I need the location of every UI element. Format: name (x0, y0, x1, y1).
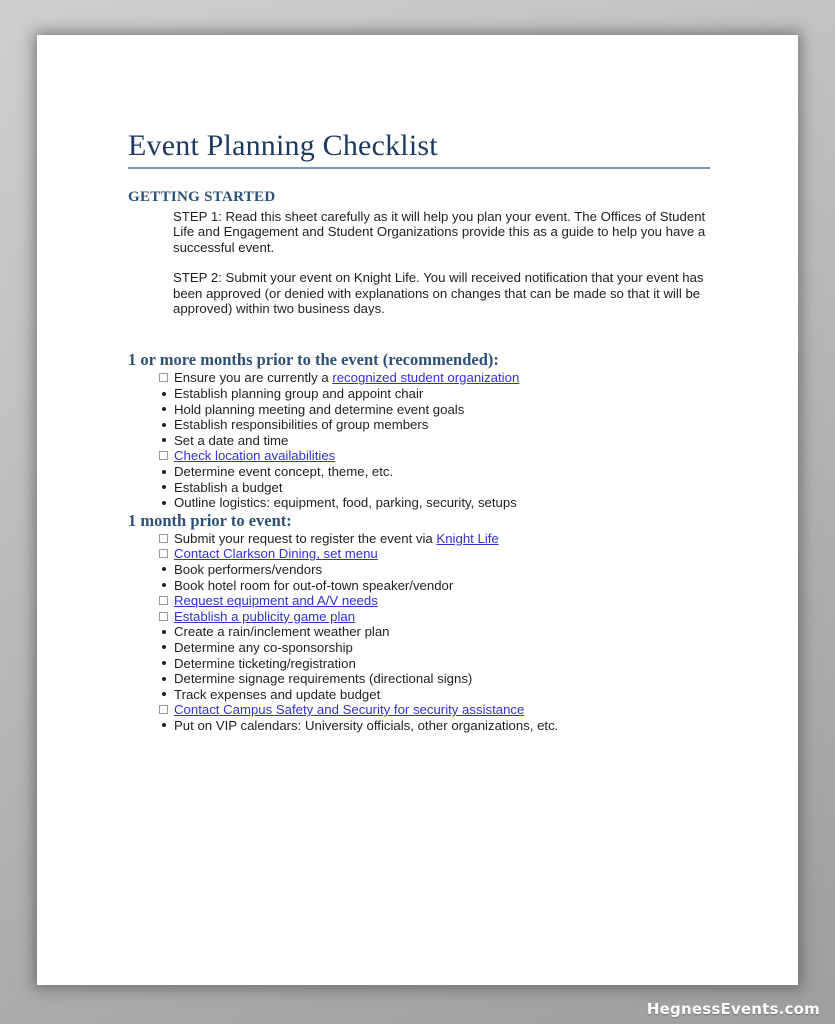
checklist-item-text: Determine ticketing/registration (174, 655, 356, 671)
page-title: Event Planning Checklist (128, 129, 438, 162)
watermark-label: HegnessEvents.com (646, 1000, 820, 1018)
bullet-icon (128, 578, 168, 594)
section-heading-1: 1 or more months prior to the event (rec… (128, 350, 499, 370)
checklist-item-text: Put on VIP calendars: University officia… (174, 717, 559, 733)
checklist-item-text: Establish responsibilities of group memb… (174, 417, 429, 433)
step-1-paragraph: STEP 1: Read this sheet carefully as it … (173, 209, 706, 255)
checklist-item-link[interactable]: Request equipment and A/V needs (174, 593, 378, 608)
checklist-item[interactable]: Request equipment and A/V needs (128, 593, 728, 609)
checklist-item[interactable]: Contact Campus Safety and Security for s… (128, 702, 728, 718)
checklist-item-text: Determine signage requirements (directio… (174, 671, 473, 687)
document-body: GETTING STARTED STEP 1: Read this sheet … (128, 188, 728, 734)
checklist-1: Ensure you are currently a recognized st… (128, 370, 728, 510)
checklist-item-link[interactable]: Check location availabilities (174, 448, 335, 463)
checklist-item[interactable]: Create a rain/inclement weather plan (128, 624, 728, 640)
checklist-item-text: Determine event concept, theme, etc. (174, 464, 394, 479)
checklist-item-link[interactable]: Establish a publicity game plan (174, 609, 355, 624)
checkbox-icon[interactable] (128, 531, 168, 547)
checklist-item[interactable]: Put on VIP calendars: University officia… (128, 718, 728, 734)
bullet-icon (128, 624, 168, 640)
checkbox-icon[interactable] (128, 370, 168, 386)
bullet-icon (128, 402, 168, 418)
checkbox-icon[interactable] (128, 609, 168, 625)
checklist-item-text: Establish planning group and appoint cha… (174, 386, 424, 402)
bullet-icon (128, 671, 168, 687)
bullet-icon (128, 495, 168, 511)
checklist-item[interactable]: Book hotel room for out-of-town speaker/… (128, 578, 728, 594)
bullet-icon (128, 386, 168, 402)
checklist-item[interactable]: Ensure you are currently a recognized st… (128, 370, 728, 386)
checklist-item[interactable]: Determine any co-sponsorship (128, 640, 728, 656)
checkbox-icon[interactable] (128, 702, 168, 718)
getting-started-heading: GETTING STARTED (128, 189, 276, 205)
checklist-item[interactable]: Establish a publicity game plan (128, 609, 728, 625)
checklist-item[interactable]: Establish responsibilities of group memb… (128, 417, 728, 433)
checklist-item[interactable]: Determine signage requirements (directio… (128, 671, 728, 687)
checklist-item[interactable]: Submit your request to register the even… (128, 531, 728, 547)
checklist-item[interactable]: Check location availabilities (128, 448, 728, 464)
bullet-icon (128, 417, 168, 433)
checklist-item[interactable]: Hold planning meeting and determine even… (128, 402, 728, 418)
bullet-icon (128, 718, 168, 734)
section-one-month-plus: 1 or more months prior to the event (rec… (128, 350, 728, 510)
checklist-item-text: Ensure you are currently a (174, 370, 333, 386)
checklist-item-text: Book hotel room for out-of-town speaker/… (174, 577, 454, 593)
checklist-item-text: Outline logistics: equipment, food, park… (174, 495, 517, 511)
checklist-2: Submit your request to register the even… (128, 531, 728, 734)
checklist-item[interactable]: Establish planning group and appoint cha… (128, 386, 728, 402)
checklist-item-text: Submit your request to register the even… (174, 530, 437, 546)
checklist-item-link[interactable]: Contact Clarkson Dining, set menu (174, 546, 378, 561)
checklist-item[interactable]: Track expenses and update budget (128, 687, 728, 703)
bullet-icon (128, 640, 168, 656)
bullet-icon (128, 464, 168, 480)
section-heading-2: 1 month prior to event: (128, 510, 292, 530)
checklist-item-text: Track expenses and update budget (174, 686, 381, 702)
checklist-item[interactable]: Set a date and time (128, 433, 728, 449)
bullet-icon (128, 562, 168, 578)
bullet-icon (128, 480, 168, 496)
checkbox-icon[interactable] (128, 546, 168, 562)
bullet-icon (128, 656, 168, 672)
bullet-icon (128, 433, 168, 449)
checklist-item[interactable]: Contact Clarkson Dining, set menu (128, 546, 728, 562)
getting-started-section: GETTING STARTED STEP 1: Read this sheet … (128, 188, 728, 316)
checklist-item-text: Determine any co-sponsorship (174, 639, 353, 655)
checklist-item[interactable]: Determine event concept, theme, etc. (128, 464, 728, 480)
document-page: Event Planning Checklist GETTING STARTED… (37, 35, 798, 985)
screenshot-canvas: Event Planning Checklist GETTING STARTED… (0, 0, 835, 1024)
checklist-item-text: Book performers/vendors (174, 561, 323, 577)
section-one-month: 1 month prior to event: Submit your requ… (128, 511, 728, 734)
checklist-item-text: Hold planning meeting and determine even… (174, 401, 465, 417)
checklist-item[interactable]: Outline logistics: equipment, food, park… (128, 495, 728, 511)
checklist-item[interactable]: Establish a budget (128, 480, 728, 496)
checkbox-icon[interactable] (128, 593, 168, 609)
checklist-item-text: Establish a budget (174, 479, 283, 495)
step-2-paragraph: STEP 2: Submit your event on Knight Life… (173, 270, 704, 317)
checklist-item-text: Create a rain/inclement weather plan (174, 624, 390, 640)
bullet-icon (128, 687, 168, 703)
checkbox-icon[interactable] (128, 448, 168, 464)
checklist-item-link[interactable]: recognized student organization (332, 370, 519, 385)
checklist-item[interactable]: Determine ticketing/registration (128, 656, 728, 672)
page-content-area: Event Planning Checklist GETTING STARTED… (37, 35, 798, 985)
checklist-item-text: Set a date and time (174, 432, 289, 448)
checklist-item-link[interactable]: Knight Life (436, 531, 498, 546)
title-divider (128, 167, 710, 169)
checklist-item[interactable]: Book performers/vendors (128, 562, 728, 578)
checklist-item-link[interactable]: Contact Campus Safety and Security for s… (174, 702, 524, 717)
